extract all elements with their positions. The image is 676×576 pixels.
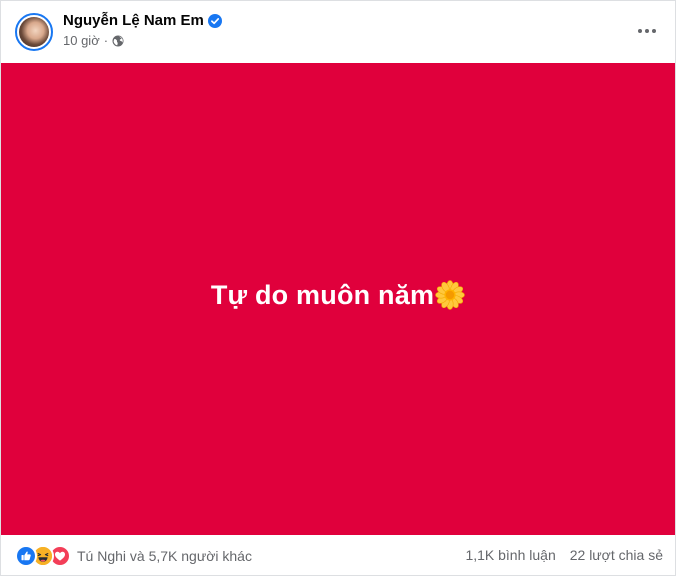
- engagement-counts: 1,1K bình luận 22 lượt chia sẻ: [465, 546, 663, 564]
- author-line: Nguyễn Lệ Nam Em: [63, 11, 222, 31]
- more-options-dot: [645, 29, 649, 33]
- reactions-summary[interactable]: Tú Nghi và 5,7K người khác: [15, 545, 252, 567]
- more-options-icon: [638, 29, 642, 33]
- avatar-image: [19, 17, 49, 47]
- reactors-text[interactable]: Tú Nghi và 5,7K người khác: [77, 547, 252, 565]
- verified-badge-icon: [207, 14, 222, 28]
- status-text: Tự do muôn năm: [210, 280, 435, 310]
- post-footer: Tú Nghi và 5,7K người khác 1,1K bình luậ…: [1, 535, 675, 575]
- status-text-wrap: Tự do muôn năm: [211, 278, 465, 312]
- sunflower-icon: [435, 280, 465, 310]
- post-header: Nguyễn Lệ Nam Em 10 giờ ·: [1, 1, 675, 63]
- post-meta: 10 giờ ·: [63, 33, 124, 49]
- shares-count[interactable]: 22 lượt chia sẻ: [570, 546, 663, 564]
- comments-count[interactable]: 1,1K bình luận: [465, 546, 555, 564]
- post-timestamp[interactable]: 10 giờ: [63, 33, 100, 49]
- facebook-post: Nguyễn Lệ Nam Em 10 giờ · Tự do muôn năm…: [0, 0, 676, 576]
- more-options-dot: [652, 29, 656, 33]
- more-options-button[interactable]: [633, 17, 661, 45]
- author-avatar[interactable]: [15, 13, 53, 51]
- like-reaction-icon: [15, 545, 37, 567]
- author-name[interactable]: Nguyễn Lệ Nam Em: [63, 11, 204, 31]
- meta-separator: ·: [103, 33, 109, 48]
- status-background: Tự do muôn năm: [1, 63, 675, 535]
- globe-icon[interactable]: [112, 35, 124, 47]
